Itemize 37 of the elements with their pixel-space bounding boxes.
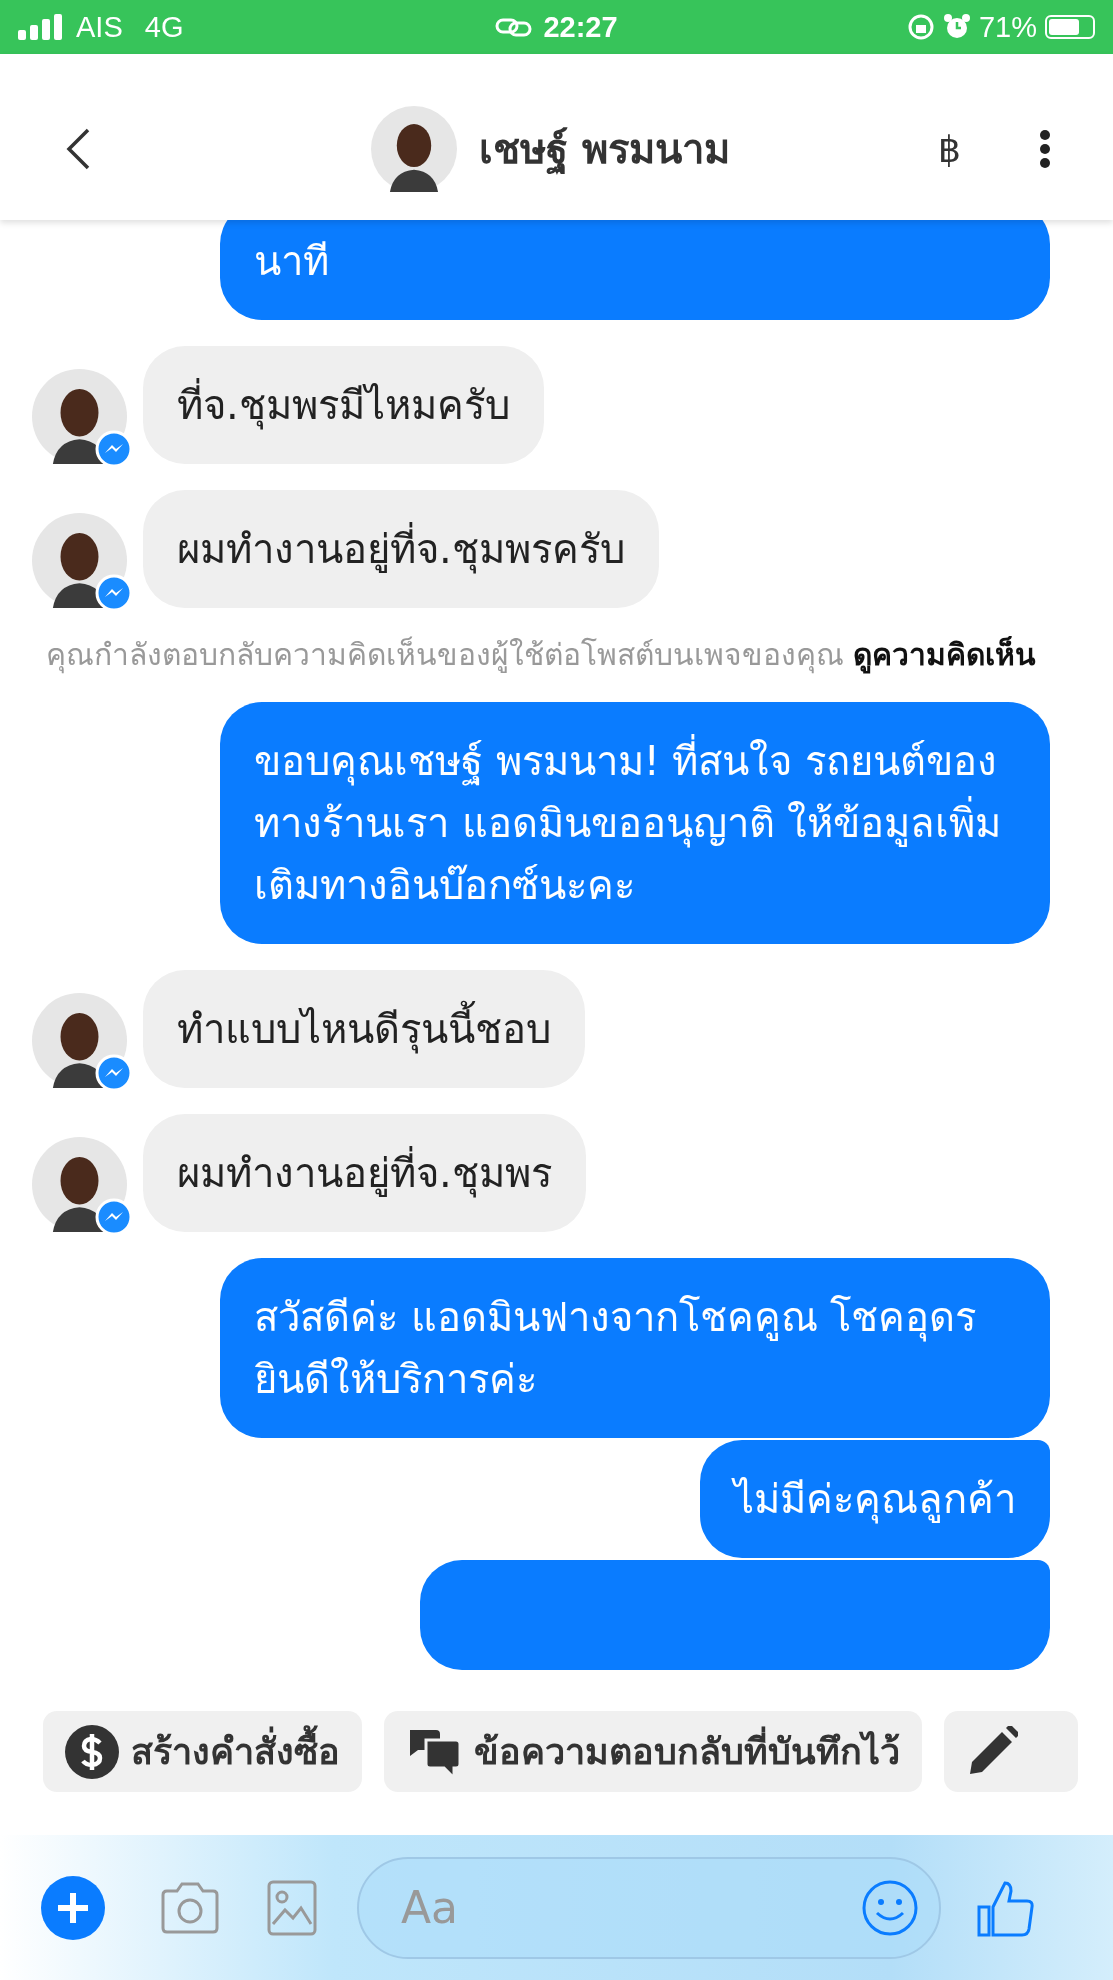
edit-button[interactable]: [944, 1711, 1078, 1792]
back-icon[interactable]: [64, 127, 92, 171]
message-field[interactable]: Aa: [357, 1856, 941, 1959]
payment-button[interactable]: ฿: [938, 128, 961, 170]
alarm-icon: [942, 13, 971, 41]
reply-notice: คุณกำลังตอบกลับความคิดเห็นของผู้ใช้ต่อโพสต์บนเพจของคุณ: [45, 637, 844, 672]
messenger-badge-icon: [95, 574, 133, 612]
message-bubble: ผมทำงานอยู่ที่จ.ชุมพรครับ: [143, 490, 659, 608]
battery-percent: 71%: [978, 10, 1037, 44]
emoji-icon[interactable]: [861, 1878, 919, 1937]
battery-icon: [1045, 15, 1095, 39]
rotation-lock-icon: [906, 13, 935, 41]
network-type: 4G: [144, 10, 184, 44]
message-bubble: ขอบคุณเชษฐ์ พรมนาม! ที่สนใจ รถยนต์ของทางร้านเรา แอดมินขออนุญาติ ให้ข้อมูลเพิ่มเติมทางอินบ๊อกซ์นะคะ: [220, 702, 1050, 944]
message-bubble: ที่จ.ชุมพรมีไหมครับ: [143, 346, 544, 464]
camera-icon[interactable]: [159, 1880, 221, 1935]
view-comment-link[interactable]: ดูความคิดเห็น: [853, 637, 1037, 672]
messenger-badge-icon: [95, 1054, 133, 1092]
message-bubble: ทำแบบไหนดีรุนนี้ชอบ: [143, 970, 585, 1088]
message-bubble: นาที: [220, 220, 1050, 320]
message-input[interactable]: Aa: [399, 1881, 861, 1934]
contact-name: เชษฐ์ พรมนาม: [479, 117, 730, 181]
quick-reply-button[interactable]: ข้อความตอบกลับที่บันทึกไว้: [384, 1711, 922, 1792]
message-bubble: ไม่มีค่ะคุณลูกค้า: [700, 1440, 1050, 1558]
signal-icon: [18, 14, 64, 40]
messenger-badge-icon: [95, 430, 133, 468]
dollar-icon: [65, 1724, 119, 1779]
more-icon[interactable]: [1039, 129, 1051, 169]
add-button[interactable]: [41, 1875, 105, 1940]
carrier: AIS: [76, 10, 123, 44]
clock: 22:27: [543, 10, 618, 44]
messenger-badge-icon: [95, 1198, 133, 1236]
message-bubble: ผมทำงานอยู่ที่จ.ชุมพร: [143, 1114, 586, 1232]
quick-reply-button[interactable]: สร้างคำสั่งซื้อ: [43, 1711, 362, 1792]
image-icon[interactable]: [267, 1879, 317, 1936]
message-bubble: สวัสดีค่ะ แอดมินฟางจากโชคคูณ โชคอุดร ยินดีให้บริการค่ะ: [220, 1258, 1050, 1438]
link-icon: [495, 16, 534, 38]
